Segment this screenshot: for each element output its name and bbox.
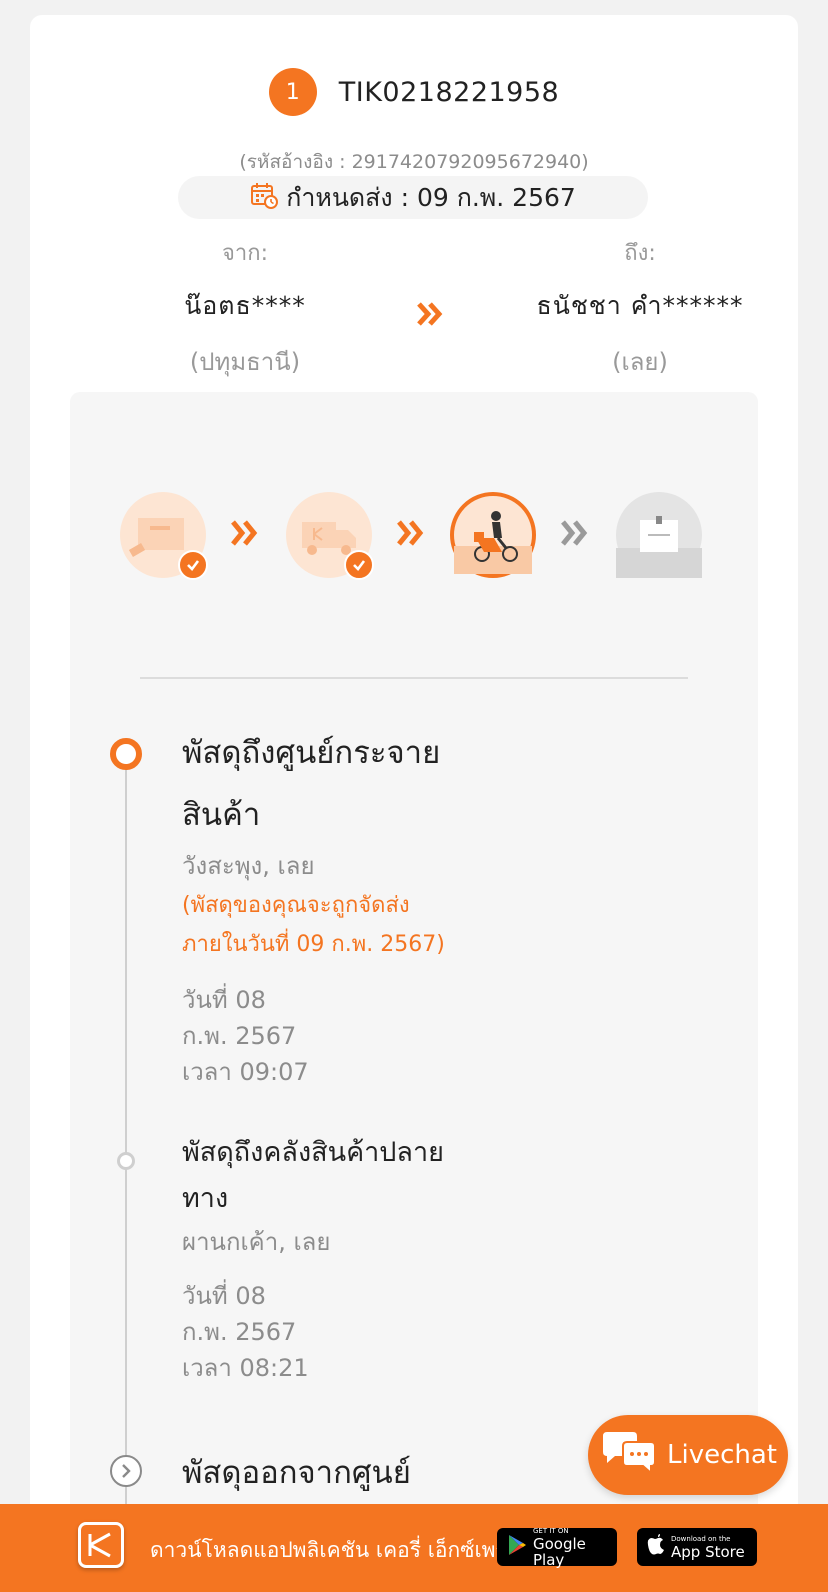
event-title: พัสดุถึงคลังสินค้าปลาย (182, 1137, 444, 1168)
event-title: พัสดุถึงศูนย์กระจาย (182, 735, 441, 771)
app-store-badge[interactable]: Download on the App Store (637, 1528, 757, 1566)
event-title: พัสดุออกจากศูนย์ (182, 1455, 411, 1491)
reference-number: (รหัสอ้างอิง : 2917420792095672940) (239, 151, 589, 173)
download-app-text: ดาวน์โหลดแอปพลิเคชัน เคอรี่ เอ็กซ์เพรส (150, 1538, 520, 1562)
timeline-event: พัสดุออกจากศูนย์ (182, 1442, 472, 1504)
parcel-index-badge: 1 (268, 68, 317, 116)
step-out-for-delivery (450, 492, 536, 578)
step-arrow-icon (230, 519, 260, 551)
event-time: เวลา 08:21 (182, 1354, 309, 1382)
event-note: (พัสดุของคุณจะถูกจัดส่ง (182, 893, 410, 918)
step-done-check-icon (178, 550, 208, 580)
step-delivered (616, 492, 702, 578)
receiver-province: (เลย) (612, 348, 668, 376)
tracking-card: 1 TIK0218221958 (รหัสอ้างอิง : 291742079… (30, 15, 798, 1592)
receiver-label: ถึง: (624, 241, 656, 266)
sender-province: (ปทุมธานี) (189, 348, 301, 376)
receiver-block: ถึง: ธนัชชา คำ****** (เลย) (510, 235, 770, 381)
event-title: สินค้า (182, 797, 261, 833)
event-date: ก.พ. 2567 (182, 1318, 297, 1346)
panel-divider (140, 677, 688, 679)
google-play-text: Google Play (533, 1534, 586, 1569)
event-note: ภายในวันที่ 09 ก.พ. 2567) (182, 932, 445, 957)
chat-bubbles-icon (599, 1430, 657, 1480)
step-arrow-icon (396, 519, 426, 551)
sender-name: น๊อตธ**** (184, 291, 306, 320)
tracking-status-panel: พัสดุถึงศูนย์กระจาย สินค้า วังสะพุง, เลย… (70, 392, 758, 1592)
timeline-event: พัสดุถึงคลังสินค้าปลาย ทาง ผานกเค้า, เลย… (182, 1130, 472, 1386)
apple-icon (647, 1534, 665, 1560)
receiver-name: ธนัชชา คำ****** (536, 291, 744, 320)
timeline-current-dot (110, 738, 142, 770)
app-download-banner: ดาวน์โหลดแอปพลิเคชัน เคอรี่ เอ็กซ์เพรส G… (0, 1504, 828, 1592)
livechat-button[interactable]: Livechat (588, 1415, 788, 1495)
google-play-icon (507, 1534, 527, 1560)
delivery-rider-icon (454, 511, 532, 574)
kerry-logo (78, 1522, 124, 1568)
tracking-header: 1 TIK0218221958 (30, 67, 798, 117)
timeline-event: พัสดุถึงศูนย์กระจาย สินค้า วังสะพุง, เลย… (182, 722, 472, 1090)
step-arrow-icon (560, 519, 590, 551)
event-location: ผานกเค้า, เลย (182, 1228, 331, 1256)
event-time: เวลา 09:07 (182, 1058, 309, 1086)
google-play-badge[interactable]: GET IT ON Google Play (497, 1527, 617, 1569)
timeline-past-dot (117, 1152, 135, 1170)
timeline-expand-chevron-icon[interactable] (110, 1455, 142, 1487)
tracking-number: TIK0218221958 (338, 76, 560, 108)
event-location: วังสะพุง, เลย (182, 852, 315, 880)
event-title: ทาง (182, 1183, 229, 1214)
app-store-text: App Store (671, 1542, 745, 1561)
sender-label: จาก: (222, 241, 268, 266)
event-date: ก.พ. 2567 (182, 1022, 297, 1050)
event-date: วันที่ 08 (182, 1282, 266, 1310)
due-date-pill: กำหนดส่ง : 09 ก.พ. 2567 (178, 176, 648, 219)
step-done-check-icon (344, 550, 374, 580)
livechat-label: Livechat (667, 1440, 777, 1470)
step-in-transit (286, 492, 374, 580)
sender-block: จาก: น๊อตธ**** (ปทุมธานี) (130, 235, 360, 381)
calendar-icon (250, 181, 279, 215)
double-chevron-right-icon (416, 300, 444, 332)
delivered-box-icon (616, 516, 702, 578)
due-date-text: กำหนดส่ง : 09 ก.พ. 2567 (286, 182, 576, 212)
step-picked-up (120, 492, 208, 580)
event-date: วันที่ 08 (182, 986, 266, 1014)
